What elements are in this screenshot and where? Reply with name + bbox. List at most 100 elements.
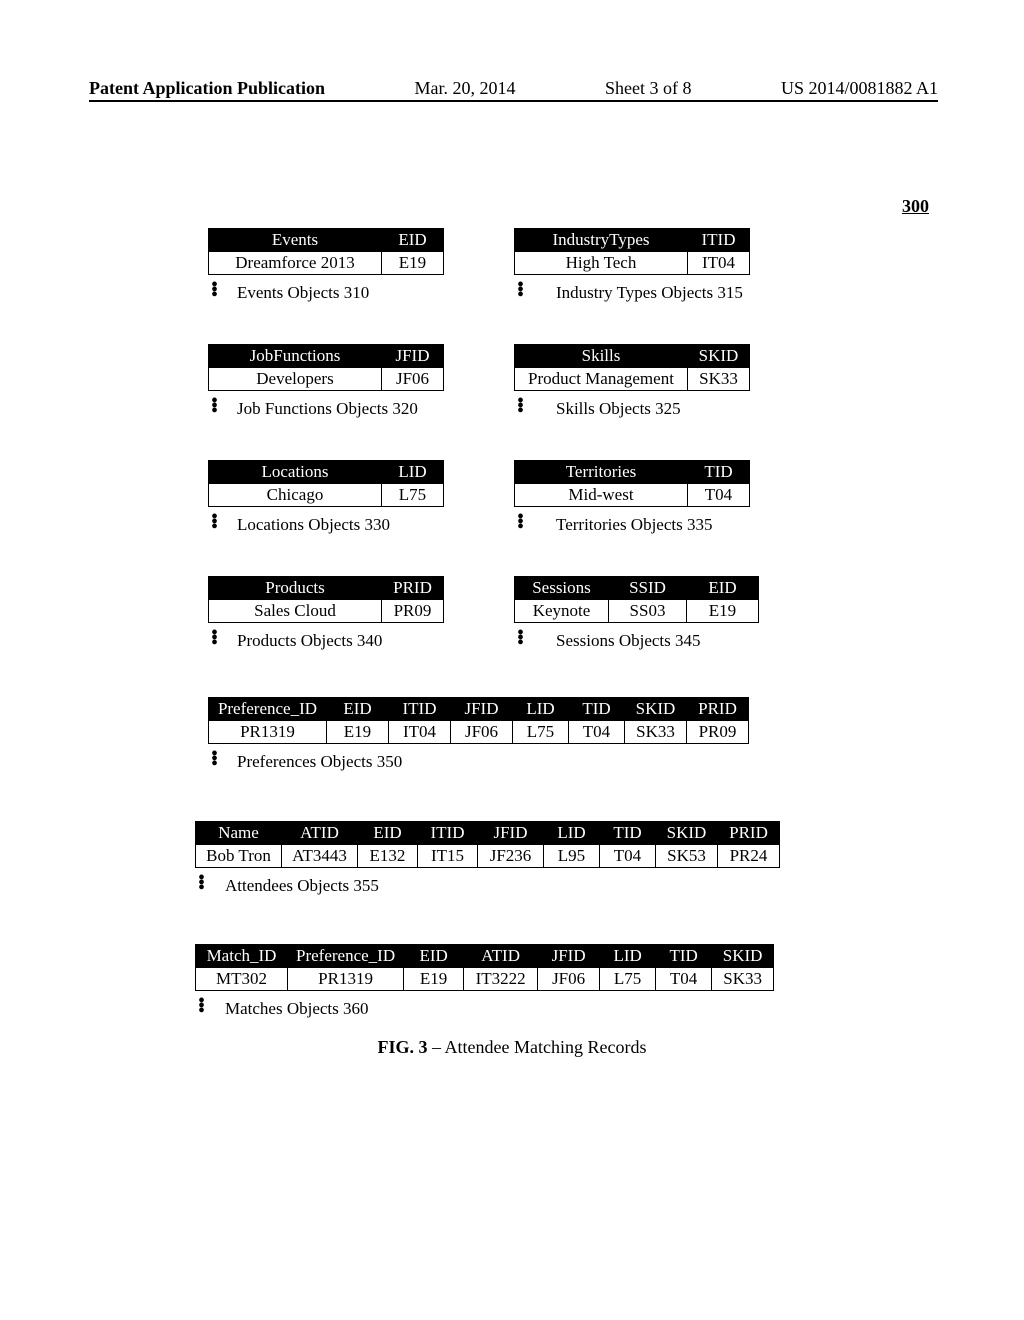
events-caption: Events Objects 310 bbox=[237, 283, 369, 303]
match-r7: SK33 bbox=[712, 968, 774, 991]
att-h8: PRID bbox=[718, 822, 780, 845]
skills-h1: Skills bbox=[515, 345, 688, 368]
att-r2: E132 bbox=[358, 845, 418, 868]
header-publication: Patent Application Publication bbox=[89, 78, 325, 99]
jobfunc-table: JobFunctions JFID Developers JF06 bbox=[208, 344, 444, 391]
territories-caption: Territories Objects 335 bbox=[556, 515, 713, 535]
products-table: Products PRID Sales Cloud PR09 bbox=[208, 576, 444, 623]
att-r6: T04 bbox=[600, 845, 656, 868]
jobfunc-h2: JFID bbox=[382, 345, 444, 368]
match-h2: EID bbox=[404, 945, 464, 968]
products-h1: Products bbox=[209, 577, 382, 600]
figure-number: 300 bbox=[902, 196, 929, 217]
matches-caption: Matches Objects 360 bbox=[225, 999, 369, 1019]
att-h4: JFID bbox=[478, 822, 544, 845]
patent-sheet: Patent Application Publication Mar. 20, … bbox=[0, 0, 1024, 1320]
skills-vdots: ••• bbox=[517, 399, 524, 414]
match-h1: Preference_ID bbox=[288, 945, 404, 968]
industry-r1c1: High Tech bbox=[515, 252, 688, 275]
pref-h1: EID bbox=[327, 698, 389, 721]
industry-table-wrap: IndustryTypes ITID High Tech IT04 bbox=[514, 228, 750, 275]
att-h1: ATID bbox=[282, 822, 358, 845]
jobfunc-r1c1: Developers bbox=[209, 368, 382, 391]
skills-r1c2: SK33 bbox=[688, 368, 750, 391]
jobfunc-h1: JobFunctions bbox=[209, 345, 382, 368]
match-h3: ATID bbox=[464, 945, 538, 968]
match-h6: TID bbox=[656, 945, 712, 968]
territories-h1: Territories bbox=[515, 461, 688, 484]
pref-h3: JFID bbox=[451, 698, 513, 721]
products-caption: Products Objects 340 bbox=[237, 631, 382, 651]
territories-table: Territories TID Mid-west T04 bbox=[514, 460, 750, 507]
matches-table-wrap: Match_ID Preference_ID EID ATID JFID LID… bbox=[195, 944, 774, 991]
pref-h5: TID bbox=[569, 698, 625, 721]
att-h0: Name bbox=[196, 822, 282, 845]
match-r5: L75 bbox=[600, 968, 656, 991]
industry-caption: Industry Types Objects 315 bbox=[556, 283, 743, 303]
jobfunc-caption: Job Functions Objects 320 bbox=[237, 399, 418, 419]
sessions-r1c2: SS03 bbox=[609, 600, 687, 623]
att-r4: JF236 bbox=[478, 845, 544, 868]
sessions-h2: SSID bbox=[609, 577, 687, 600]
pref-r6: SK33 bbox=[625, 721, 687, 744]
att-h3: ITID bbox=[418, 822, 478, 845]
header-docnum: US 2014/0081882 A1 bbox=[781, 78, 938, 99]
territories-r1c2: T04 bbox=[688, 484, 750, 507]
pref-r4: L75 bbox=[513, 721, 569, 744]
territories-h2: TID bbox=[688, 461, 750, 484]
preferences-table: Preference_ID EID ITID JFID LID TID SKID… bbox=[208, 697, 749, 744]
territories-table-wrap: Territories TID Mid-west T04 bbox=[514, 460, 750, 507]
locations-r1c1: Chicago bbox=[209, 484, 382, 507]
jobfunc-table-wrap: JobFunctions JFID Developers JF06 bbox=[208, 344, 444, 391]
attendees-caption: Attendees Objects 355 bbox=[225, 876, 379, 896]
skills-table: Skills SKID Product Management SK33 bbox=[514, 344, 750, 391]
locations-table: Locations LID Chicago L75 bbox=[208, 460, 444, 507]
products-h2: PRID bbox=[382, 577, 444, 600]
att-r5: L95 bbox=[544, 845, 600, 868]
att-h2: EID bbox=[358, 822, 418, 845]
locations-caption: Locations Objects 330 bbox=[237, 515, 390, 535]
preferences-caption: Preferences Objects 350 bbox=[237, 752, 402, 772]
pref-h4: LID bbox=[513, 698, 569, 721]
sessions-caption: Sessions Objects 345 bbox=[556, 631, 701, 651]
sessions-r1c1: Keynote bbox=[515, 600, 609, 623]
preferences-table-wrap: Preference_ID EID ITID JFID LID TID SKID… bbox=[208, 697, 749, 744]
preferences-vdots: ••• bbox=[211, 752, 218, 767]
match-r0: MT302 bbox=[196, 968, 288, 991]
events-table-wrap: Events EID Dreamforce 2013 E19 bbox=[208, 228, 444, 275]
att-h6: TID bbox=[600, 822, 656, 845]
sessions-h3: EID bbox=[687, 577, 759, 600]
att-r0: Bob Tron bbox=[196, 845, 282, 868]
products-r1c1: Sales Cloud bbox=[209, 600, 382, 623]
events-table: Events EID Dreamforce 2013 E19 bbox=[208, 228, 444, 275]
products-vdots: ••• bbox=[211, 631, 218, 646]
figure-title-rest: – Attendee Matching Records bbox=[428, 1037, 647, 1057]
skills-table-wrap: Skills SKID Product Management SK33 bbox=[514, 344, 750, 391]
jobfunc-vdots: ••• bbox=[211, 399, 218, 414]
territories-vdots: ••• bbox=[517, 515, 524, 530]
sessions-table: Sessions SSID EID Keynote SS03 E19 bbox=[514, 576, 759, 623]
industry-vdots: ••• bbox=[517, 283, 524, 298]
header-sheet: Sheet 3 of 8 bbox=[605, 78, 691, 99]
att-h5: LID bbox=[544, 822, 600, 845]
match-r2: E19 bbox=[404, 968, 464, 991]
match-h0: Match_ID bbox=[196, 945, 288, 968]
pref-h0: Preference_ID bbox=[209, 698, 327, 721]
att-h7: SKID bbox=[656, 822, 718, 845]
locations-vdots: ••• bbox=[211, 515, 218, 530]
att-r7: SK53 bbox=[656, 845, 718, 868]
pref-r0: PR1319 bbox=[209, 721, 327, 744]
skills-h2: SKID bbox=[688, 345, 750, 368]
territories-r1c1: Mid-west bbox=[515, 484, 688, 507]
jobfunc-r1c2: JF06 bbox=[382, 368, 444, 391]
industry-table: IndustryTypes ITID High Tech IT04 bbox=[514, 228, 750, 275]
header-rule bbox=[89, 100, 938, 102]
match-h7: SKID bbox=[712, 945, 774, 968]
match-r4: JF06 bbox=[538, 968, 600, 991]
events-r1c2: E19 bbox=[382, 252, 444, 275]
industry-h2: ITID bbox=[688, 229, 750, 252]
sessions-table-wrap: Sessions SSID EID Keynote SS03 E19 bbox=[514, 576, 759, 623]
matches-vdots: ••• bbox=[198, 999, 205, 1014]
events-vdots: ••• bbox=[211, 283, 218, 298]
events-r1c1: Dreamforce 2013 bbox=[209, 252, 382, 275]
